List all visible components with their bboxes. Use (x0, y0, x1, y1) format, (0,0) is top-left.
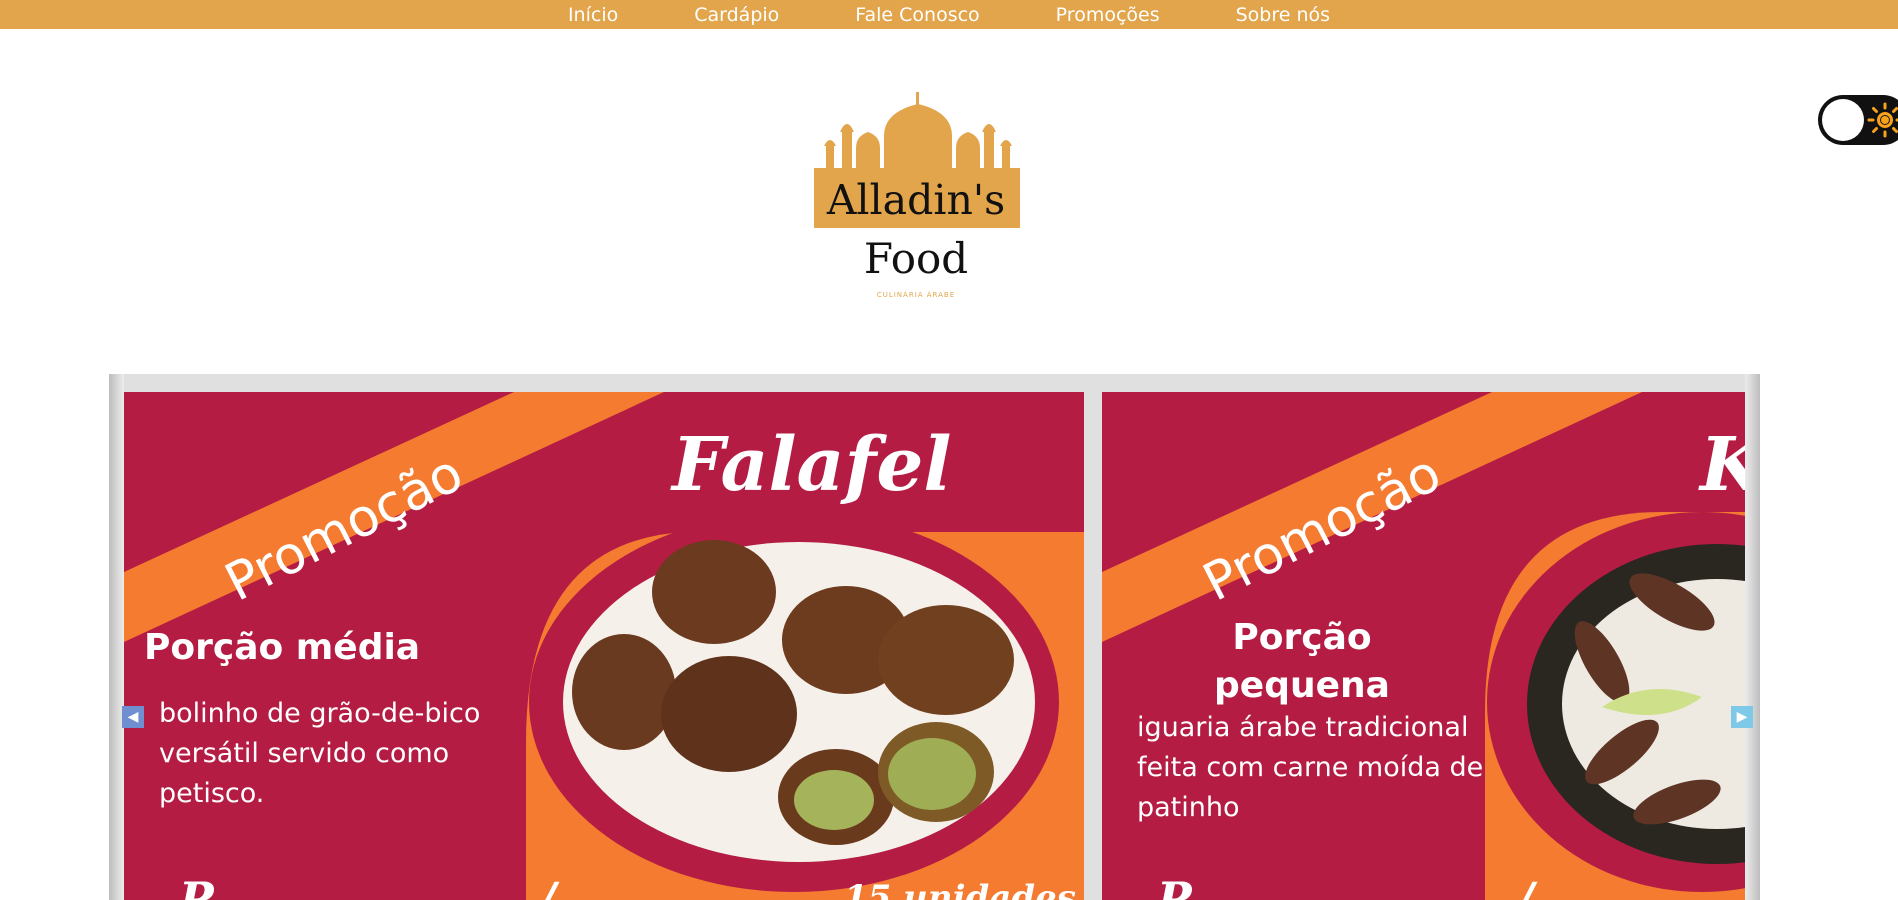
arrow-left-icon: ◀ (127, 709, 139, 725)
slide-bottom-left: P (1157, 872, 1192, 900)
nav-link-sobre-nos[interactable]: Sobre nós (1236, 4, 1330, 26)
slide-bottom-mid: / (539, 872, 556, 900)
slide-description: bolinho de grão-de-bico versátil servido… (159, 698, 481, 809)
slide-title: Falafel (672, 422, 952, 508)
nav-link-inicio[interactable]: Início (568, 4, 618, 26)
top-navigation: Início Cardápio Fale Conosco Promoções S… (0, 0, 1898, 29)
sun-icon (1867, 102, 1898, 138)
promo-carousel[interactable]: Promoção Falafel Porção média bolinho de… (109, 374, 1760, 900)
toggle-knob (1822, 99, 1864, 141)
logo-name-line1: Alladin's (826, 176, 1006, 224)
slide-portion: Porção média (144, 627, 421, 668)
logo-tagline: CULINÁRIA ÁRABE (876, 291, 956, 299)
nav-link-cardapio[interactable]: Cardápio (694, 4, 779, 26)
carousel-right-edge (1745, 374, 1760, 900)
logo-name-line2: Food (863, 234, 969, 283)
slide-quantity: 15 unidades (844, 878, 1076, 900)
carousel-slide-kibe: Promoção K Porção pequena iguaria árabe … (1102, 392, 1745, 900)
carousel-prev-button[interactable]: ◀ (122, 706, 144, 728)
carousel-slide-falafel: Promoção Falafel Porção média bolinho de… (124, 392, 1084, 900)
arrow-right-icon: ▶ (1736, 709, 1748, 725)
slide-description: iguaria árabe tradicional feita com carn… (1137, 712, 1484, 823)
nav-link-promocoes[interactable]: Promoções (1056, 4, 1160, 26)
slide-title: K (1700, 422, 1745, 508)
carousel-next-button[interactable]: ▶ (1731, 706, 1753, 728)
site-logo: Alladin's Food CULINÁRIA ÁRABE (812, 88, 1024, 308)
slide-bottom-mid: / (1517, 872, 1534, 900)
slide-portion: Porção pequena (1214, 617, 1390, 706)
slide-bottom-left: P (179, 872, 214, 900)
nav-link-fale-conosco[interactable]: Fale Conosco (855, 4, 979, 26)
theme-toggle[interactable] (1818, 95, 1898, 145)
carousel-left-edge (109, 374, 124, 900)
